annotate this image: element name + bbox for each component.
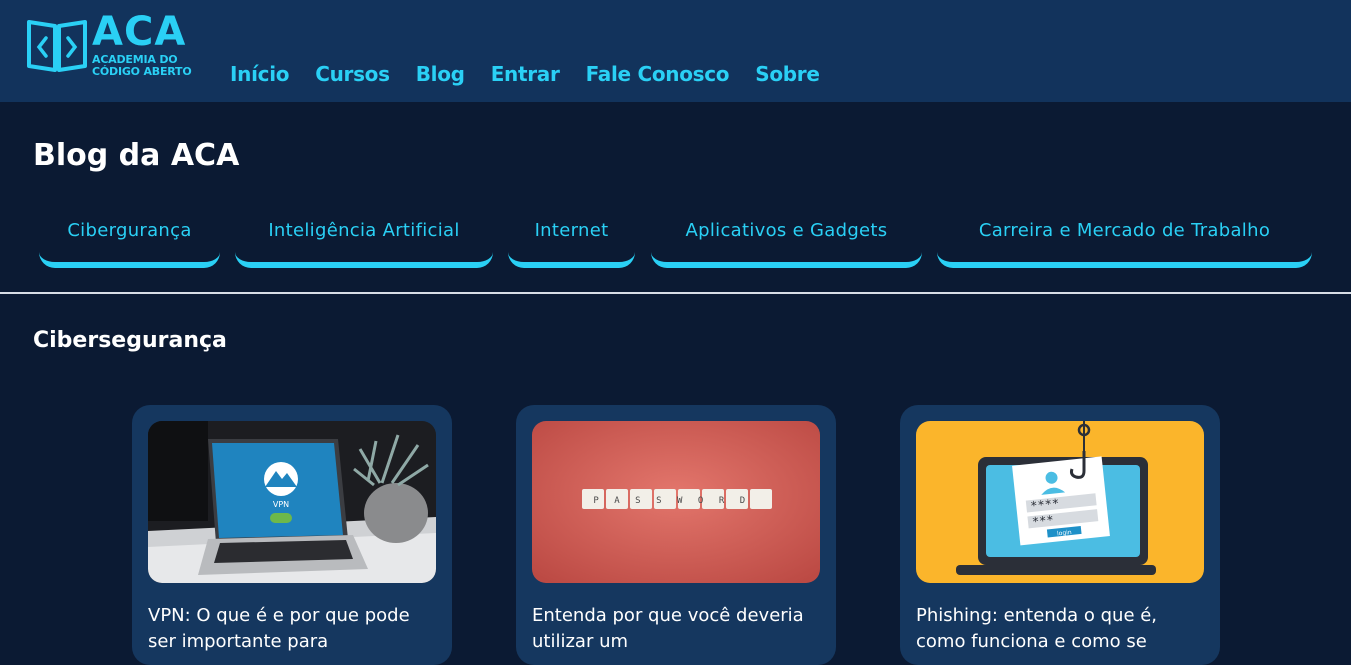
aca-logo[interactable]: ACA ACADEMIA DO CÓDIGO ABERTO [26, 10, 201, 84]
blog-card-phishing[interactable]: **** *** login Phishing: entenda o que é… [900, 405, 1220, 665]
vpn-screen-label: VPN [273, 500, 289, 509]
password-tiles-image: PASSWORD [532, 421, 820, 583]
main-nav: Início Cursos Blog Entrar Fale Conosco S… [230, 60, 820, 88]
card-title[interactable]: VPN: O que é e por que pode ser importan… [148, 603, 438, 655]
category-tab-ciberseguranca[interactable]: Cibergurança [39, 208, 220, 268]
brand-subtitle-line2: CÓDIGO ABERTO [92, 65, 192, 78]
phishing-illustration: **** *** login [916, 421, 1204, 583]
password-tiles-photo: PASSWORD [532, 421, 820, 583]
phishing-image: **** *** login [916, 421, 1204, 583]
category-tab-aplicativos-gadgets[interactable]: Aplicativos e Gadgets [651, 208, 922, 268]
nav-link-fale-conosco[interactable]: Fale Conosco [586, 60, 730, 88]
blog-card-vpn[interactable]: VPN VPN: O que é e por que pode ser impo… [132, 405, 452, 665]
card-title[interactable]: Phishing: entenda o que é, como funciona… [916, 603, 1206, 655]
category-tab-internet[interactable]: Internet [508, 208, 635, 268]
card-title[interactable]: Entenda por que você deveria utilizar um [532, 603, 822, 655]
open-book-code-icon [27, 20, 87, 72]
nav-link-inicio[interactable]: Início [230, 60, 289, 88]
nav-link-sobre[interactable]: Sobre [755, 60, 820, 88]
laptop-vpn-image: VPN [148, 421, 436, 583]
nav-link-entrar[interactable]: Entrar [491, 60, 560, 88]
laptop-vpn-photo: VPN [148, 421, 436, 583]
category-tabs: Cibergurança Inteligência Artificial Int… [0, 208, 1351, 270]
nav-link-cursos[interactable]: Cursos [315, 60, 390, 88]
brand-subtitle: ACADEMIA DO CÓDIGO ABERTO [92, 54, 192, 78]
page-title: Blog da ACA [33, 138, 240, 173]
category-tab-carreira-mercado[interactable]: Carreira e Mercado de Trabalho [937, 208, 1312, 268]
section-divider [0, 292, 1351, 294]
password-tiles-text: PASSWORD [593, 496, 760, 506]
top-header: ACA ACADEMIA DO CÓDIGO ABERTO Início Cur… [0, 0, 1351, 102]
blog-card-password[interactable]: PASSWORD Entenda por que você deveria ut… [516, 405, 836, 665]
nav-link-blog[interactable]: Blog [416, 60, 465, 88]
brand-name: ACA [92, 9, 187, 55]
section-title: Cibersegurança [33, 328, 227, 353]
svg-text:***: *** [1031, 513, 1054, 529]
category-tab-inteligencia-artificial[interactable]: Inteligência Artificial [235, 208, 493, 268]
